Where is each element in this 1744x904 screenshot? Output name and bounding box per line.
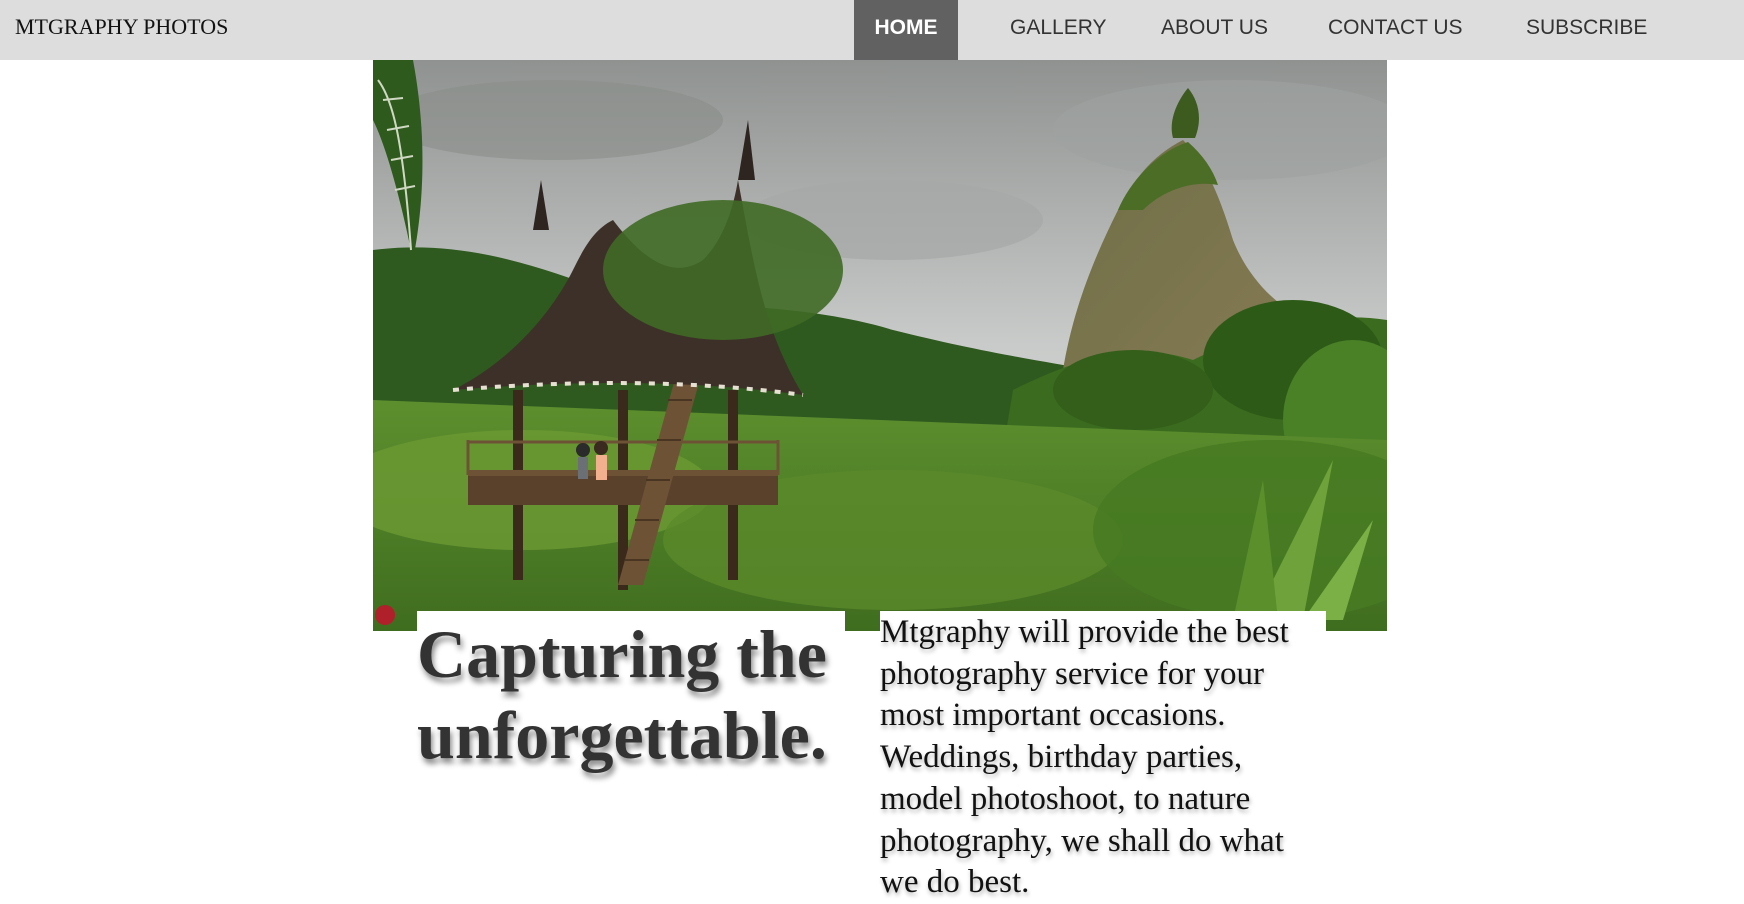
- nav-home-link[interactable]: HOME: [854, 0, 958, 60]
- hero-headline: Capturing the unforgettable.: [417, 616, 827, 773]
- nav-about-link[interactable]: ABOUT US: [1161, 0, 1268, 60]
- nav-subscribe-link[interactable]: SUBSCRIBE: [1526, 0, 1647, 60]
- hero-landscape-illustration: [373, 60, 1387, 631]
- brand-logo[interactable]: MTGRAPHY PHOTOS: [15, 14, 228, 40]
- hero-image: [373, 60, 1387, 631]
- nav-gallery-link[interactable]: GALLERY: [1010, 0, 1107, 60]
- nav-contact-link[interactable]: CONTACT US: [1328, 0, 1463, 60]
- service-description: Mtgraphy will provide the best photograp…: [880, 614, 1289, 901]
- top-navbar: MTGRAPHY PHOTOS HOME GALLERY ABOUT US CO…: [0, 0, 1744, 60]
